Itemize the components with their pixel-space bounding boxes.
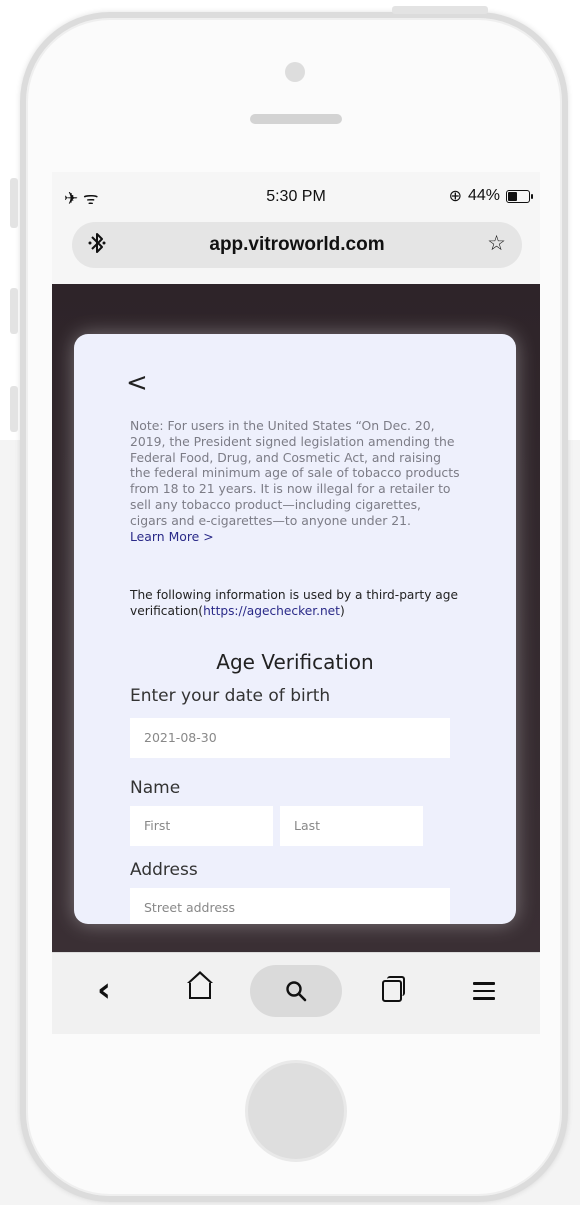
url-text[interactable]: app.vitroworld.com: [72, 234, 522, 256]
address-bar[interactable]: app.vitroworld.com ☆: [72, 222, 522, 268]
star-icon[interactable]: ☆: [487, 231, 506, 256]
menu-button[interactable]: [456, 965, 512, 1015]
power-button: [392, 6, 488, 14]
dob-input[interactable]: 2021-08-30: [130, 718, 450, 758]
home-button[interactable]: [245, 1060, 347, 1162]
search-button[interactable]: [250, 965, 342, 1017]
status-bar: ✈ ᯤ 5:30 PM ⊕ 44%: [52, 172, 540, 220]
address-label: Address: [130, 860, 198, 880]
age-verification-card: < Note: For users in the United States “…: [74, 334, 516, 924]
home-nav-button[interactable]: [172, 965, 228, 1015]
webpage-backdrop: < Note: For users in the United States “…: [52, 284, 540, 952]
tabs-button[interactable]: [364, 965, 420, 1015]
name-label: Name: [130, 778, 181, 798]
menu-icon: [473, 982, 495, 1005]
chevron-left-icon: ‹: [96, 970, 111, 1010]
last-name-input[interactable]: Last: [280, 806, 423, 846]
front-camera: [285, 62, 305, 82]
note-text: Note: For users in the United States “On…: [130, 418, 460, 528]
agechecker-link[interactable]: https://agechecker.net: [203, 604, 340, 618]
battery-icon: [506, 189, 533, 203]
third-party-info: The following information is used by a t…: [130, 588, 460, 620]
mute-switch: [10, 178, 18, 228]
section-title: Age Verification: [216, 650, 374, 674]
dob-label: Enter your date of birth: [130, 686, 331, 706]
earpiece-speaker: [250, 114, 342, 124]
status-right: ⊕ 44%: [448, 186, 533, 206]
back-nav-button[interactable]: ‹: [76, 965, 132, 1015]
third-party-suffix: ): [339, 603, 345, 618]
browser-address-area: app.vitroworld.com ☆: [52, 220, 540, 284]
browser-toolbar: ‹: [52, 952, 540, 1034]
rotation-lock-icon: ⊕: [448, 188, 462, 205]
learn-more-link[interactable]: Learn More >: [130, 529, 214, 544]
street-address-input[interactable]: Street address: [130, 888, 450, 924]
volume-up-button: [10, 288, 18, 334]
search-icon: [286, 981, 307, 1002]
tabs-icon: [382, 976, 405, 1002]
phone-screen: ✈ ᯤ 5:30 PM ⊕ 44% app.vitroworld.com ☆ <…: [52, 172, 540, 1034]
first-name-input[interactable]: First: [130, 806, 273, 846]
legal-note: Note: For users in the United States “On…: [130, 418, 460, 544]
home-icon: [187, 971, 213, 999]
battery-percent: 44%: [467, 187, 500, 204]
volume-down-button: [10, 386, 18, 432]
back-button[interactable]: <: [126, 368, 148, 398]
